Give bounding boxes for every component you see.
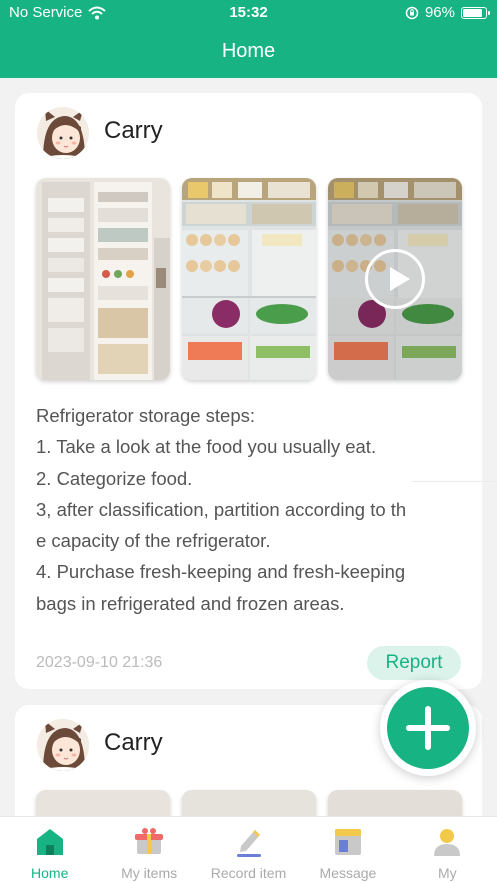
tab-label: Home <box>31 865 69 881</box>
description-line: Refrigerator storage steps: <box>36 405 256 426</box>
post-username[interactable]: Carry <box>104 729 163 757</box>
girl-avatar-icon <box>37 107 89 159</box>
tab-bar: Home My items Record item Message My <box>0 816 497 883</box>
items-box-icon <box>135 828 164 854</box>
page-title: Home <box>221 40 276 62</box>
message-icon <box>334 829 361 855</box>
divider <box>412 481 497 482</box>
fridge-door-photo <box>36 178 170 380</box>
post-card[interactable]: Carry <box>15 93 482 689</box>
media-thumbnail[interactable] <box>182 790 316 816</box>
nav-bar: Home <box>0 26 497 78</box>
fridge-drawers-photo <box>182 178 316 380</box>
tab-label: Record item <box>210 865 287 881</box>
play-icon[interactable] <box>365 249 425 309</box>
post-timestamp: 2023-09-10 21:36 <box>36 654 163 671</box>
tab-my-items[interactable]: My items <box>99 817 198 883</box>
battery-icon <box>461 6 490 19</box>
description-line: e capacity of the refrigerator. <box>36 530 271 552</box>
post-username[interactable]: Carry <box>104 117 163 145</box>
user-icon <box>434 829 461 856</box>
description-line: 3, after classification, partition accor… <box>36 498 407 520</box>
user-avatar[interactable] <box>37 107 89 159</box>
description-line: 1. Take a look at the food you usually e… <box>36 436 377 458</box>
media-thumbnail[interactable] <box>36 178 170 380</box>
post-media-row <box>36 178 462 380</box>
tab-message[interactable]: Message <box>298 817 397 883</box>
tab-home[interactable]: Home <box>0 817 99 883</box>
post-description: Refrigerator storage steps: 1. Take a lo… <box>36 400 464 619</box>
pencil-record-icon <box>236 830 261 857</box>
media-video-thumbnail[interactable] <box>328 178 462 380</box>
battery-fill <box>463 8 483 17</box>
tab-label: My <box>437 865 457 881</box>
description-line: bags in refrigerated and frozen areas. <box>36 592 345 614</box>
post-media-row <box>36 790 462 816</box>
tab-label: Message <box>319 865 377 881</box>
description-line: 4. Purchase fresh-keeping and fresh-keep… <box>36 561 406 583</box>
home-icon <box>36 829 63 855</box>
tab-record-item[interactable]: Record item <box>199 817 298 883</box>
media-thumbnail[interactable] <box>328 790 462 816</box>
orientation-lock-icon <box>405 6 419 19</box>
battery-percent: 96% <box>424 4 455 21</box>
girl-avatar-icon <box>37 719 89 771</box>
description-line: 2. Categorize food. <box>36 467 193 489</box>
media-thumbnail[interactable] <box>182 178 316 380</box>
plus-icon <box>387 687 469 769</box>
media-thumbnail[interactable] <box>36 790 170 816</box>
add-post-button[interactable] <box>380 680 476 776</box>
report-button[interactable]: Report <box>367 646 461 680</box>
tab-label: My items <box>121 865 178 881</box>
user-avatar[interactable] <box>37 719 89 771</box>
status-right: 96% <box>405 4 490 21</box>
tab-my[interactable]: My <box>398 817 497 883</box>
status-bar: No Service 15:32 96% <box>0 0 497 26</box>
